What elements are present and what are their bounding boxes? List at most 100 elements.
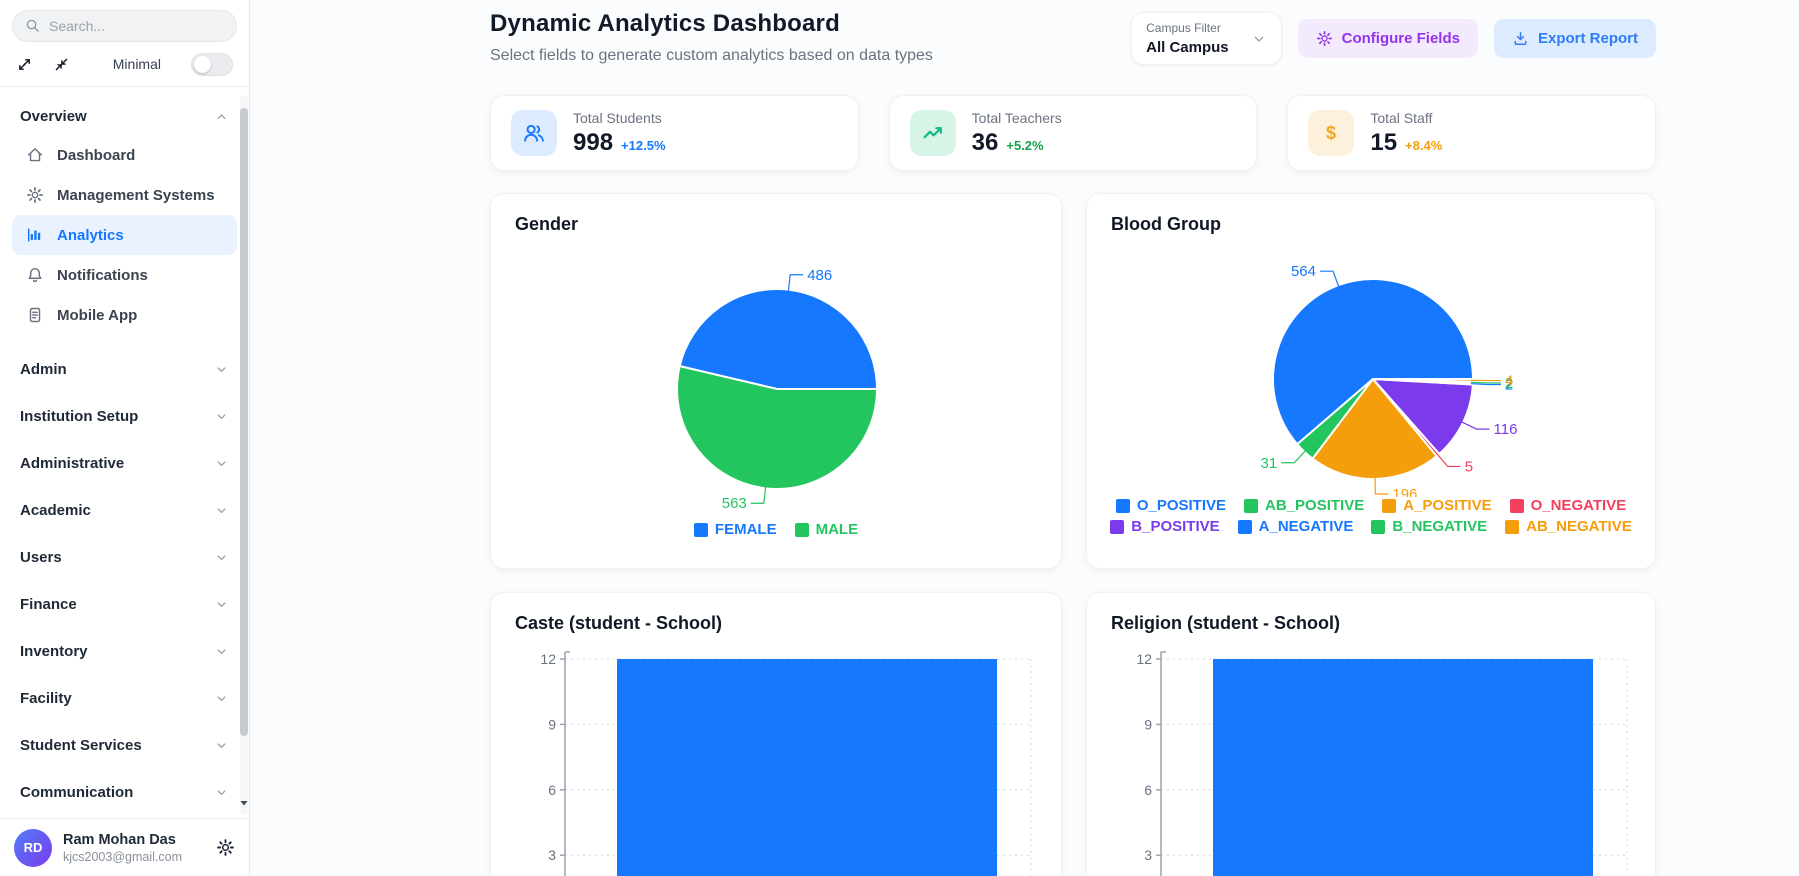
sidebar-section-overview[interactable]: Overview xyxy=(12,103,237,129)
legend-marker xyxy=(1110,520,1124,534)
sidebar-section-communication[interactable]: Communication xyxy=(12,779,237,805)
sidebar-section-academic[interactable]: Academic xyxy=(12,497,237,523)
stat-label: Total Students xyxy=(573,110,666,126)
bar[interactable] xyxy=(1213,659,1593,876)
y-axis-tick-label: 6 xyxy=(548,782,556,798)
sidebar-section-users[interactable]: Users xyxy=(12,544,237,570)
download-icon xyxy=(1512,30,1529,47)
pie-slice-value-label: 31 xyxy=(1261,455,1278,472)
chevron-down-icon xyxy=(214,597,229,612)
legend-marker xyxy=(1244,499,1258,513)
campus-filter-value: All Campus xyxy=(1146,39,1229,56)
chevron-down-icon xyxy=(214,738,229,753)
search-icon xyxy=(25,18,41,34)
sidebar-section-inventory[interactable]: Inventory xyxy=(12,638,237,664)
stat-label: Total Teachers xyxy=(972,110,1062,126)
chart-title: Religion (student - School) xyxy=(1111,613,1631,634)
legend-label: B_NEGATIVE xyxy=(1392,518,1487,535)
export-report-label: Export Report xyxy=(1538,30,1638,47)
legend-item[interactable]: O_NEGATIVE xyxy=(1510,497,1627,514)
legend-item[interactable]: A_POSITIVE xyxy=(1382,497,1491,514)
legend-label: O_POSITIVE xyxy=(1137,497,1226,514)
chevron-up-icon xyxy=(214,109,229,124)
blood-group-chart-legend: O_POSITIVE AB_POSITIVE A_POSITIVE O_NEGATIV… xyxy=(1111,497,1631,535)
caste-bar-chart: 12963 xyxy=(515,638,1037,876)
y-axis-tick-label: 3 xyxy=(548,847,556,863)
blood-group-chart-card: Blood Group 564311965116224 O_POSITIVEAB… xyxy=(1086,193,1656,569)
legend-item[interactable]: MALE xyxy=(795,521,859,538)
sidebar-item-label: Management Systems xyxy=(57,187,215,204)
pie-slice-value-label: 116 xyxy=(1494,421,1518,438)
pie-slice-value-label: 196 xyxy=(1392,486,1417,497)
home-icon xyxy=(26,146,44,164)
pie-slice-value-label: 486 xyxy=(807,267,832,284)
sidebar-scrollbar-thumb[interactable] xyxy=(240,108,248,736)
stat-value: 15 xyxy=(1370,129,1397,157)
chevron-down-icon xyxy=(214,550,229,565)
bell-icon xyxy=(26,266,44,284)
bar-chart-svg: 12963 xyxy=(515,638,1039,876)
sidebar-item-analytics[interactable]: Analytics xyxy=(12,215,237,255)
sidebar-section-admin[interactable]: Admin xyxy=(12,356,237,382)
page-title: Dynamic Analytics Dashboard xyxy=(490,10,933,38)
stat-card-total-teachers: Total Teachers 36 +5.2% xyxy=(889,95,1258,171)
legend-marker xyxy=(1238,520,1252,534)
legend-item[interactable]: A_NEGATIVE xyxy=(1238,518,1354,535)
campus-filter-select[interactable]: Campus Filter All Campus xyxy=(1131,12,1282,65)
sidebar-section-facility[interactable]: Facility xyxy=(12,685,237,711)
document-icon xyxy=(26,306,44,324)
sidebar-section-student-services[interactable]: Student Services xyxy=(12,732,237,758)
sidebar-item-label: Analytics xyxy=(57,227,124,244)
legend-item[interactable]: B_POSITIVE xyxy=(1110,518,1219,535)
sidebar-section-administrative[interactable]: Administrative xyxy=(12,450,237,476)
stat-label: Total Staff xyxy=(1370,110,1442,126)
sidebar-item-notifications[interactable]: Notifications xyxy=(12,255,237,295)
chart-title: Caste (student - School) xyxy=(515,613,1037,634)
legend-label: MALE xyxy=(816,521,859,538)
sidebar-controls: Minimal xyxy=(0,42,249,86)
section-label: Finance xyxy=(20,596,77,613)
legend-label: AB_POSITIVE xyxy=(1265,497,1364,514)
sidebar-section-finance[interactable]: Finance xyxy=(12,591,237,617)
y-axis-tick-label: 12 xyxy=(1136,651,1152,667)
section-label: Communication xyxy=(20,784,133,801)
profile-name: Ram Mohan Das xyxy=(63,832,182,848)
sidebar-section-institution-setup[interactable]: Institution Setup xyxy=(12,403,237,429)
legend-label: A_NEGATIVE xyxy=(1259,518,1354,535)
legend-item[interactable]: O_POSITIVE xyxy=(1116,497,1226,514)
legend-marker xyxy=(1371,520,1385,534)
search-box[interactable] xyxy=(12,10,237,42)
campus-filter-label: Campus Filter xyxy=(1146,21,1229,35)
pie-slice-value-label: 5 xyxy=(1465,458,1473,475)
bar[interactable] xyxy=(617,659,997,876)
legend-marker xyxy=(1510,499,1524,513)
sidebar-item-dashboard[interactable]: Dashboard xyxy=(12,135,237,175)
legend-label: O_NEGATIVE xyxy=(1531,497,1627,514)
chevron-down-icon xyxy=(214,362,229,377)
search-input[interactable] xyxy=(49,18,224,34)
bar-chart-svg: 12963 xyxy=(1111,638,1635,876)
gender-chart-legend: FEMALE MALE xyxy=(515,521,1037,538)
chevron-down-icon xyxy=(214,409,229,424)
legend-item[interactable]: B_NEGATIVE xyxy=(1371,518,1487,535)
sidebar-item-management-systems[interactable]: Management Systems xyxy=(12,175,237,215)
configure-fields-button[interactable]: Configure Fields xyxy=(1298,19,1478,58)
y-axis-tick-label: 9 xyxy=(548,716,556,732)
stat-delta: +12.5% xyxy=(621,138,665,153)
profile-settings-gear-icon[interactable] xyxy=(216,838,235,857)
main-area: Dynamic Analytics Dashboard Select field… xyxy=(250,0,1799,876)
section-label: Inventory xyxy=(20,643,88,660)
legend-item[interactable]: AB_NEGATIVE xyxy=(1505,518,1632,535)
minimal-toggle[interactable] xyxy=(191,53,233,76)
scroll-down-arrow-icon[interactable] xyxy=(239,798,249,810)
legend-label: FEMALE xyxy=(715,521,777,538)
configure-fields-label: Configure Fields xyxy=(1342,30,1460,47)
sidebar-item-mobile-app[interactable]: Mobile App xyxy=(12,295,237,335)
legend-item[interactable]: AB_POSITIVE xyxy=(1244,497,1364,514)
section-label: Admin xyxy=(20,361,67,378)
expand-icon[interactable] xyxy=(16,56,33,73)
collapse-icon[interactable] xyxy=(53,56,70,73)
legend-item[interactable]: FEMALE xyxy=(694,521,777,538)
gear-icon xyxy=(1316,30,1333,47)
export-report-button[interactable]: Export Report xyxy=(1494,19,1656,58)
